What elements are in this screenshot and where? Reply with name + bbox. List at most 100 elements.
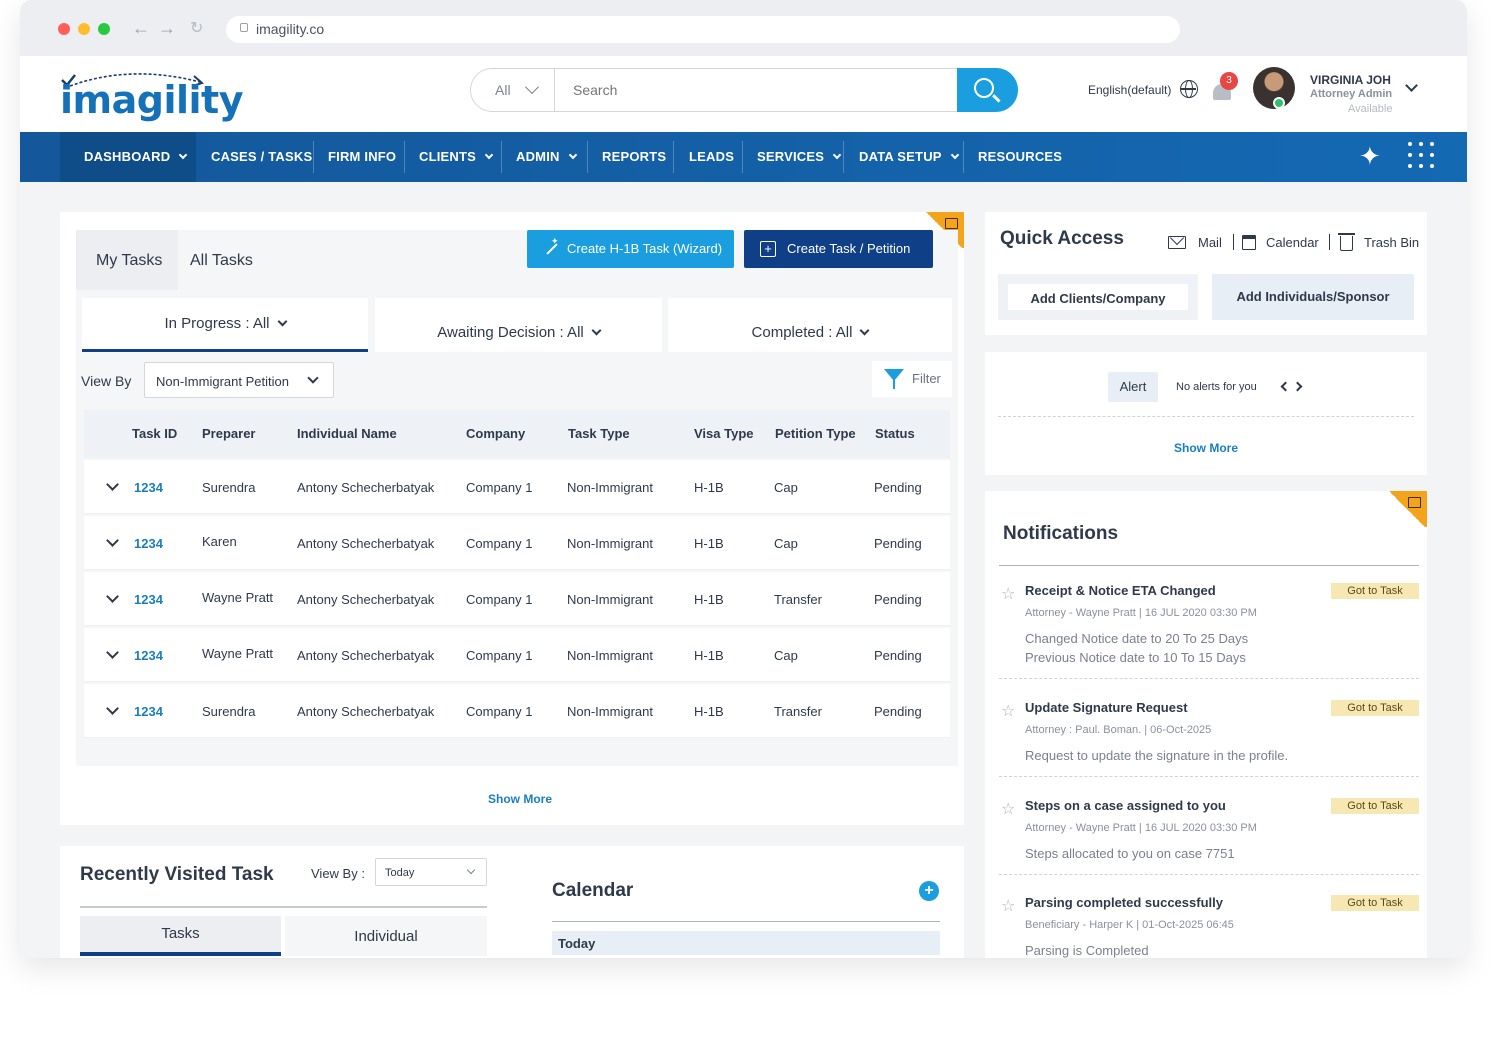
table-cell: Pending — [874, 536, 922, 551]
table-row[interactable]: 1234 Wayne Pratt Antony Schecherbatyak Comp… — [84, 572, 950, 626]
tab-label: Completed : All — [751, 324, 853, 341]
nav-label: CLIENTS — [419, 149, 477, 164]
expand-row-chevron-icon[interactable] — [106, 534, 119, 547]
column-header[interactable]: Individual Name — [297, 426, 397, 441]
tab-individual[interactable]: Individual — [285, 916, 487, 956]
expand-row-chevron-icon[interactable] — [106, 702, 119, 715]
sparkle-icon[interactable]: ✦ — [1359, 141, 1381, 172]
task-id-link[interactable]: 1234 — [134, 592, 163, 607]
notification-title[interactable]: Parsing completed successfully — [1025, 895, 1223, 910]
imagility-logo[interactable]: imagility — [60, 64, 243, 124]
search-button[interactable] — [957, 68, 1018, 112]
mail-link[interactable]: Mail — [1198, 235, 1222, 250]
chevron-down-icon — [859, 325, 870, 336]
nav-dashboard[interactable]: DASHBOARD — [60, 132, 196, 182]
task-id-link[interactable]: 1234 — [134, 480, 163, 495]
address-bar[interactable]: imagility.co — [226, 16, 1180, 43]
tab-tasks[interactable]: Tasks — [80, 916, 281, 956]
column-header[interactable]: Petition Type — [775, 426, 856, 441]
nav-firm-info[interactable]: FIRM INFO — [328, 132, 396, 182]
maximize-window-dot[interactable] — [98, 23, 110, 35]
search-scope-dropdown[interactable]: All — [471, 69, 555, 111]
nav-admin[interactable]: ADMIN — [516, 132, 577, 182]
close-window-dot[interactable] — [58, 23, 70, 35]
column-header[interactable]: Visa Type — [694, 426, 754, 441]
notification-title[interactable]: Steps on a case assigned to you — [1025, 798, 1226, 813]
expand-row-chevron-icon[interactable] — [106, 478, 119, 491]
divider — [1233, 234, 1234, 250]
user-menu-chevron-icon[interactable] — [1405, 79, 1418, 92]
expand-row-chevron-icon[interactable] — [106, 646, 119, 659]
add-event-plus-icon[interactable]: + — [919, 881, 939, 901]
add-clients-company-button[interactable]: Add Clients/Company — [998, 274, 1198, 320]
filter-button[interactable]: Filter — [872, 361, 952, 397]
mail-icon[interactable] — [1168, 236, 1186, 249]
nav-label: REPORTS — [602, 149, 667, 164]
chevron-right-icon[interactable] — [1292, 381, 1303, 392]
language-selector[interactable]: English(default) — [1088, 83, 1171, 97]
search-input[interactable] — [557, 69, 957, 111]
star-icon[interactable]: ☆ — [1001, 701, 1015, 721]
notification-title[interactable]: Receipt & Notice ETA Changed — [1025, 583, 1216, 598]
create-h1b-wizard-button[interactable]: Create H-1B Task (Wizard) — [527, 230, 734, 268]
calendar-icon[interactable] — [1242, 235, 1256, 250]
nav-reports[interactable]: REPORTS — [602, 132, 666, 182]
nav-divider — [673, 141, 674, 173]
table-row[interactable]: 1234 Karen Antony Schecherbatyak Company 1 N… — [84, 516, 950, 570]
globe-icon[interactable] — [1180, 80, 1198, 98]
nav-clients[interactable]: CLIENTS — [419, 132, 494, 182]
create-task-petition-button[interactable]: + Create Task / Petition — [744, 230, 933, 268]
column-header[interactable]: Task Type — [568, 426, 630, 441]
chevron-left-icon[interactable] — [1280, 381, 1291, 392]
tab-awaiting-decision[interactable]: Awaiting Decision : All — [375, 298, 662, 352]
alerts-show-more-link[interactable]: Show More — [1174, 439, 1238, 457]
column-header[interactable]: Preparer — [202, 426, 255, 441]
recent-view-by-select[interactable]: Today — [375, 858, 487, 886]
tab-all-tasks[interactable]: All Tasks — [190, 252, 253, 270]
go-to-task-button[interactable]: Got to Task — [1331, 798, 1419, 814]
back-forward-icon[interactable]: ←→ — [132, 18, 184, 39]
star-icon[interactable]: ☆ — [1001, 584, 1015, 604]
nav-label: DASHBOARD — [84, 149, 171, 164]
trash-icon[interactable] — [1338, 233, 1355, 251]
nav-resources[interactable]: RESOURCES — [978, 132, 1062, 182]
trash-bin-link[interactable]: Trash Bin — [1364, 235, 1419, 250]
table-cell: H-1B — [694, 480, 724, 495]
column-header[interactable]: Task ID — [132, 426, 177, 441]
task-id-link[interactable]: 1234 — [134, 704, 163, 719]
nav-label: FIRM INFO — [328, 149, 397, 164]
expand-row-chevron-icon[interactable] — [106, 590, 119, 603]
star-icon[interactable]: ☆ — [1001, 799, 1015, 819]
user-name[interactable]: VIRGINIA JOH — [1310, 73, 1391, 87]
tasks-show-more-link[interactable]: Show More — [488, 790, 552, 808]
task-id-link[interactable]: 1234 — [134, 648, 163, 663]
chevron-down-icon — [484, 150, 494, 160]
column-header[interactable]: Company — [466, 426, 525, 441]
column-header[interactable]: Status — [875, 426, 915, 441]
nav-data-setup[interactable]: DATA SETUP — [859, 132, 959, 182]
go-to-task-button[interactable]: Got to Task — [1331, 895, 1419, 911]
alert-chip[interactable]: Alert — [1108, 372, 1158, 402]
table-row[interactable]: 1234 Surendra Antony Schecherbatyak Company… — [84, 684, 950, 738]
table-cell: Cap — [774, 480, 798, 495]
star-icon[interactable]: ☆ — [1001, 896, 1015, 916]
nav-leads[interactable]: LEADS — [689, 132, 734, 182]
go-to-task-button[interactable]: Got to Task — [1331, 583, 1419, 599]
go-to-task-button[interactable]: Got to Task — [1331, 700, 1419, 716]
notification-title[interactable]: Update Signature Request — [1025, 700, 1188, 715]
table-row[interactable]: 1234 Surendra Antony Schecherbatyak Company… — [84, 460, 950, 514]
view-by-select[interactable]: Non-Immigrant Petition — [144, 362, 334, 398]
tab-in-progress[interactable]: In Progress : All — [82, 298, 368, 352]
calendar-link[interactable]: Calendar — [1266, 235, 1319, 250]
add-individuals-sponsor-button[interactable]: Add Individuals/Sponsor — [1212, 274, 1414, 320]
tab-completed[interactable]: Completed : All — [668, 298, 952, 352]
nav-cases-tasks[interactable]: CASES / TASKS — [211, 132, 312, 182]
nav-services[interactable]: SERVICES — [757, 132, 842, 182]
table-row[interactable]: 1234 Wayne Pratt Antony Schecherbatyak Comp… — [84, 628, 950, 682]
app-grid-icon[interactable] — [1408, 142, 1434, 168]
minimize-window-dot[interactable] — [78, 23, 90, 35]
reload-icon[interactable]: ↻ — [190, 18, 203, 38]
online-status-dot — [1273, 97, 1285, 109]
tab-label: In Progress : All — [164, 315, 270, 332]
task-id-link[interactable]: 1234 — [134, 536, 163, 551]
